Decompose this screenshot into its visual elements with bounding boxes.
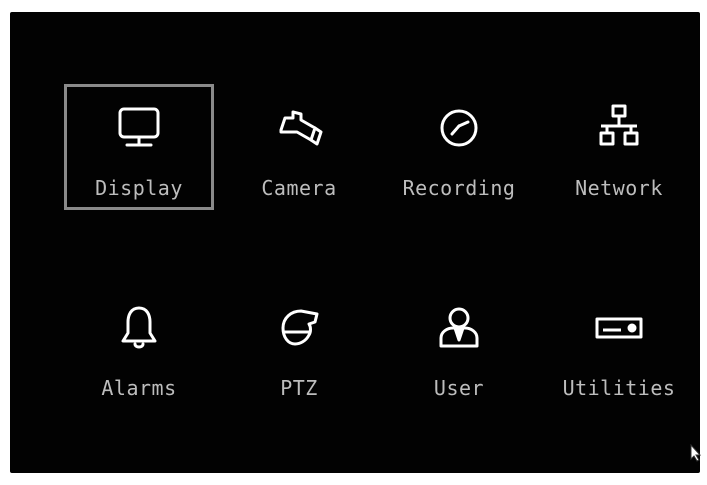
menu-label-network: Network [575, 176, 663, 200]
menu-item-user[interactable]: User [384, 282, 534, 408]
dvr-device-icon [591, 300, 647, 356]
clock-icon [431, 100, 487, 156]
menu-label-ptz: PTZ [280, 376, 318, 400]
camera-icon [271, 100, 327, 156]
user-icon [431, 300, 487, 356]
menu-label-utilities: Utilities [562, 376, 676, 400]
menu-item-utilities[interactable]: Utilities [544, 282, 694, 408]
mouse-cursor-icon [690, 443, 702, 462]
menu-label-user: User [433, 376, 485, 400]
ptz-camera-icon [271, 300, 327, 356]
menu-item-ptz[interactable]: PTZ [224, 282, 374, 408]
menu-label-display: Display [95, 176, 183, 200]
menu-item-display[interactable]: Display [64, 84, 214, 210]
menu-label-camera: Camera [261, 176, 337, 200]
bell-icon [111, 300, 167, 356]
network-icon [591, 100, 647, 156]
menu-item-network[interactable]: Network [544, 84, 694, 210]
menu-item-camera[interactable]: Camera [224, 84, 374, 210]
menu-item-recording[interactable]: Recording [384, 84, 534, 210]
menu-item-alarms[interactable]: Alarms [64, 282, 214, 408]
menu-label-recording: Recording [402, 176, 516, 200]
main-menu-screen: Display Camera Recording Network Alarms … [10, 12, 700, 473]
monitor-icon [111, 100, 167, 156]
menu-label-alarms: Alarms [101, 376, 177, 400]
